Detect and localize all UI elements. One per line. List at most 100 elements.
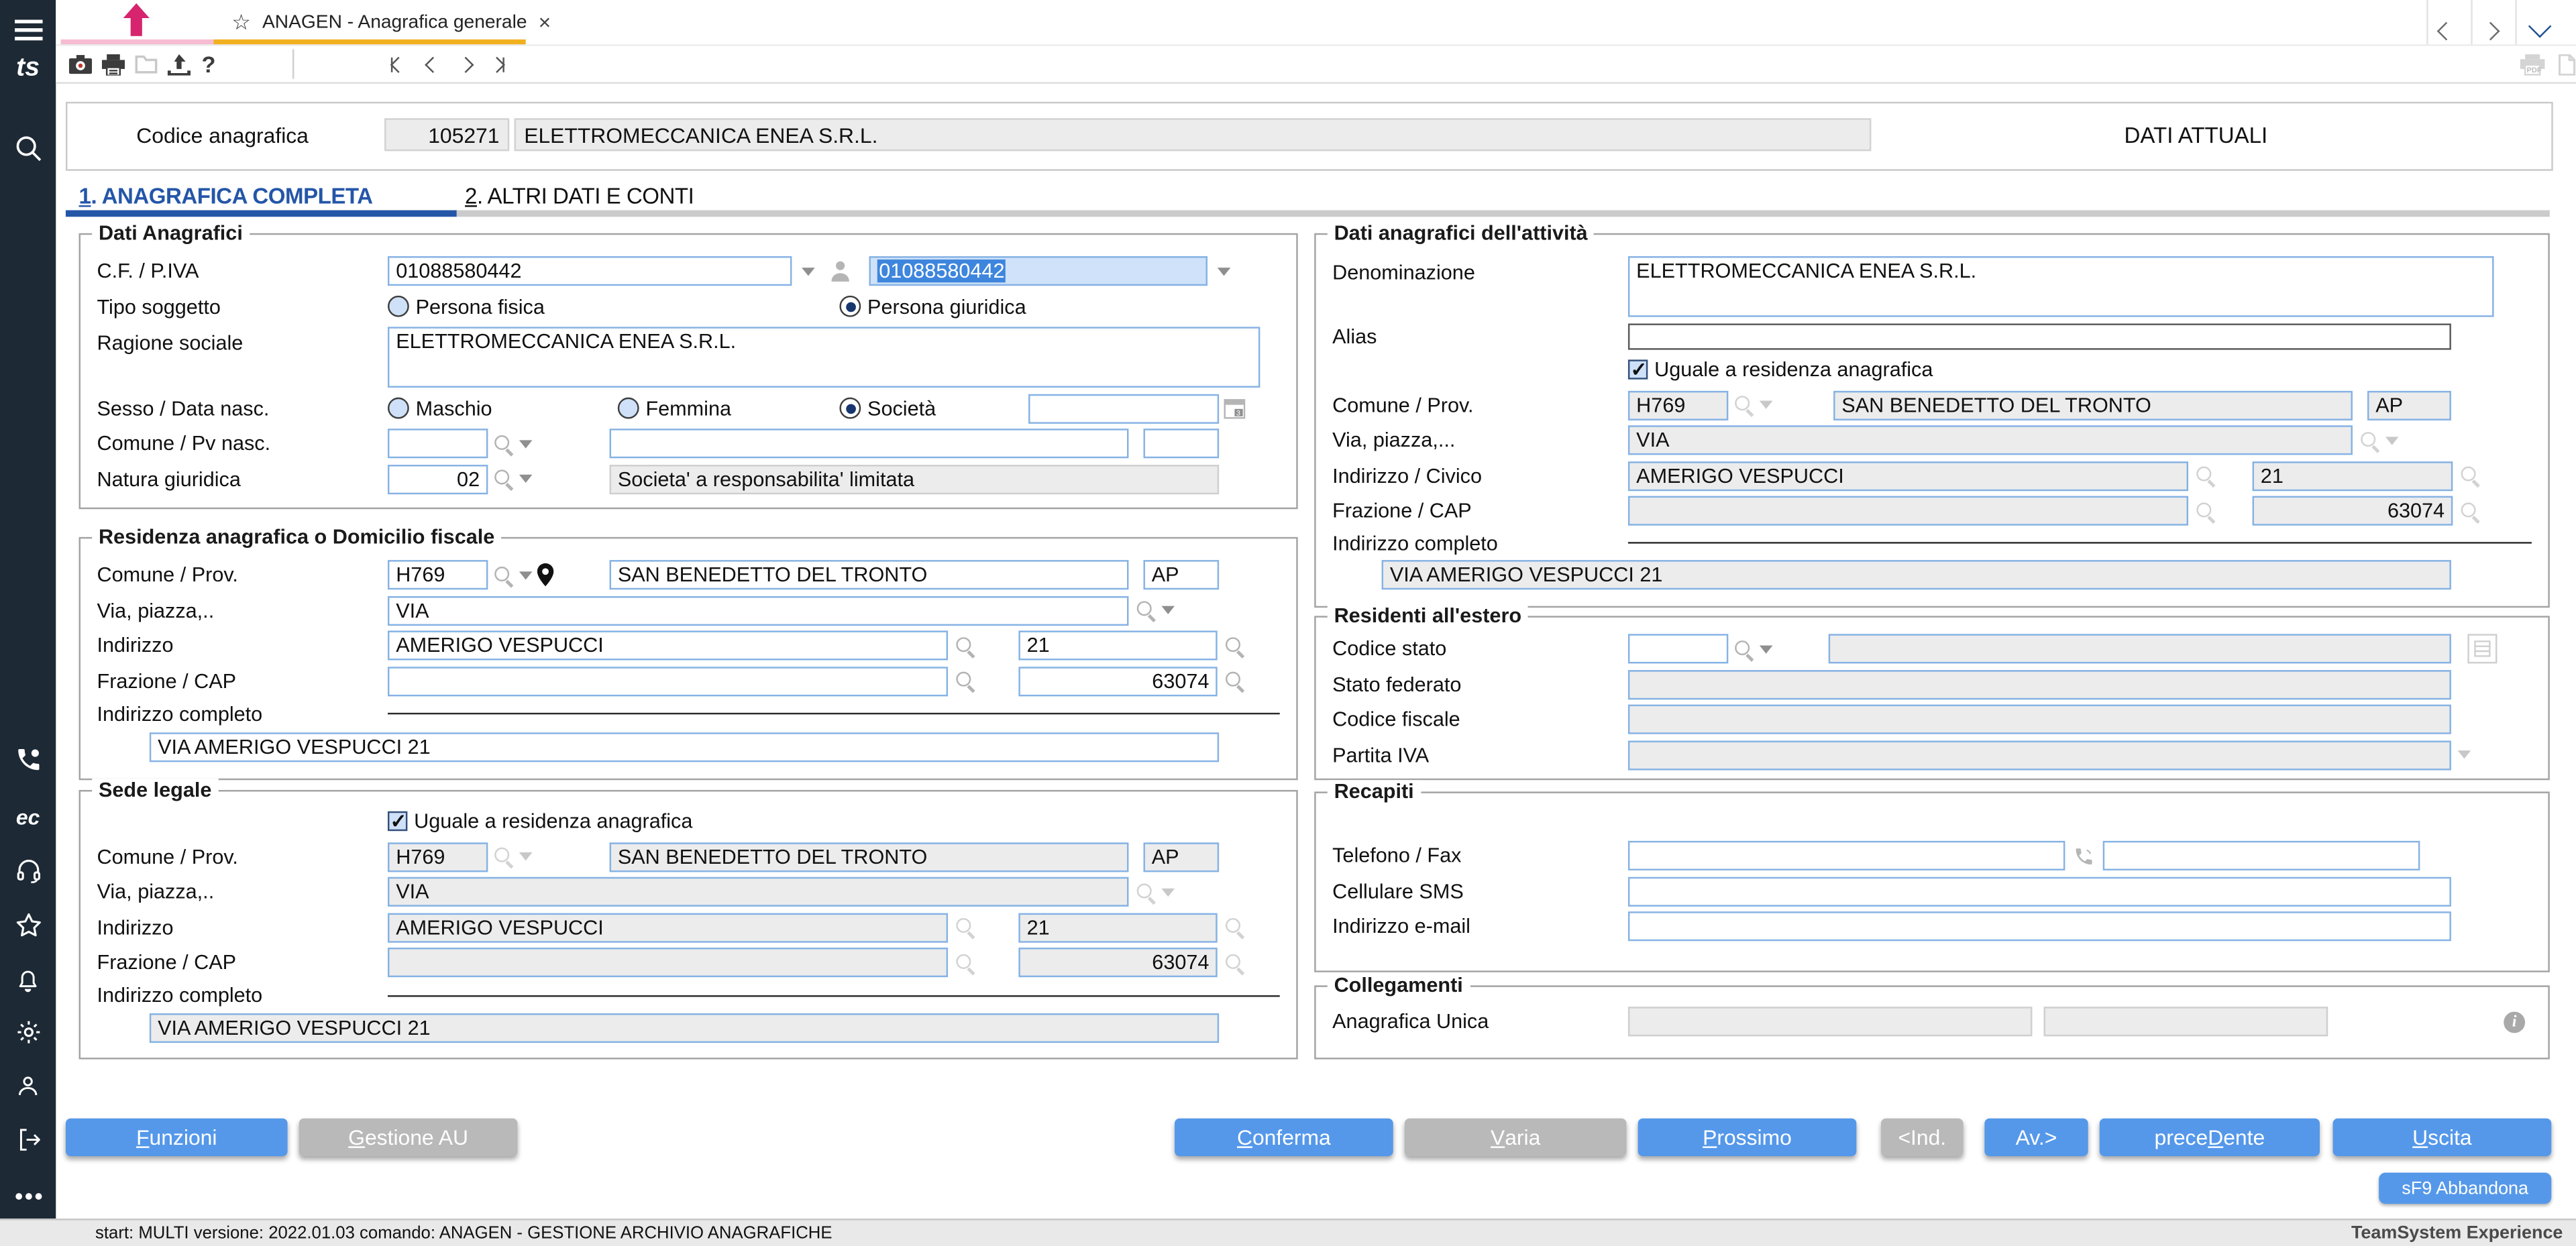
info-icon[interactable]: i <box>2504 1011 2526 1033</box>
cf-dropdown-icon[interactable] <box>802 266 815 276</box>
gestione-au-button[interactable]: Gestione AU <box>299 1118 518 1157</box>
nav-back-icon[interactable] <box>2436 16 2456 46</box>
search-lookup-icon[interactable] <box>955 670 976 691</box>
ragione-sociale-header-value[interactable]: ELETTROMECCANICA ENEA S.R.L. <box>514 118 1872 152</box>
tab-close-icon[interactable]: × <box>539 10 551 35</box>
search-icon[interactable] <box>0 131 56 164</box>
radio-maschio[interactable]: Maschio <box>387 396 618 420</box>
tab-anagrafica-completa[interactable]: 1. ANAGRAFICA COMPLETA <box>79 184 374 209</box>
document-icon[interactable] <box>2553 46 2576 82</box>
indirizzo-input[interactable]: AMERIGO VESPUCCI <box>387 630 949 661</box>
prossimo-button[interactable]: Prossimo <box>1638 1118 1857 1157</box>
search-lookup-icon[interactable] <box>1224 670 1245 691</box>
email-input[interactable] <box>1627 911 2451 942</box>
provincia-nascita-input[interactable] <box>1143 429 1220 459</box>
indietro-button[interactable]: <Ind. <box>1881 1118 1964 1157</box>
separator <box>2426 0 2428 45</box>
map-pin-icon[interactable] <box>537 563 554 587</box>
user-profile-icon[interactable] <box>0 1069 56 1102</box>
radio-femmina[interactable]: Femmina <box>617 396 840 420</box>
codice-anagrafica-value[interactable]: 105271 <box>384 118 510 152</box>
list-table-icon[interactable] <box>2467 634 2498 664</box>
cf-piva-input[interactable]: 01088580442 <box>387 256 792 286</box>
favorite-star-icon[interactable]: ☆ <box>231 9 251 35</box>
ragione-sociale-input[interactable]: ELETTROMECCANICA ENEA S.R.L. <box>387 327 1260 388</box>
comune-input[interactable]: SAN BENEDETTO DEL TRONTO <box>609 560 1129 590</box>
nav-previous-icon[interactable] <box>421 46 443 82</box>
upload-icon[interactable] <box>164 46 194 82</box>
logout-icon[interactable] <box>0 1123 56 1156</box>
search-lookup-icon[interactable] <box>1135 600 1157 621</box>
more-options-icon[interactable] <box>0 1179 56 1212</box>
radio-persona-fisica[interactable]: Persona fisica <box>387 295 839 318</box>
cap-input[interactable]: 63074 <box>1018 666 1218 696</box>
natura-giuridica-code-input[interactable]: 02 <box>387 463 488 494</box>
collapse-chevron-icon[interactable] <box>2528 13 2552 43</box>
separator <box>2515 0 2517 45</box>
nav-next-icon[interactable] <box>453 46 476 82</box>
radio-societa[interactable]: Società <box>839 396 1028 420</box>
search-lookup-icon[interactable] <box>493 433 515 454</box>
telefono-input[interactable] <box>1627 840 2065 870</box>
ec-logo[interactable]: ec <box>0 800 56 833</box>
home-icon[interactable] <box>118 3 154 44</box>
civico-input[interactable]: 21 <box>1018 630 1218 661</box>
nav-forward-icon[interactable] <box>2481 16 2500 46</box>
help-icon[interactable]: ? <box>197 46 220 82</box>
dropdown-icon[interactable] <box>1759 644 1773 653</box>
star-icon[interactable] <box>0 908 56 941</box>
search-lookup-icon[interactable] <box>493 468 515 490</box>
frazione-input[interactable] <box>387 666 949 696</box>
alias-input[interactable] <box>1627 323 2451 349</box>
dropdown-icon[interactable] <box>519 439 533 448</box>
tab-altri-dati-e-conti[interactable]: 2. ALTRI DATI E CONTI <box>465 184 694 209</box>
tab-anagen[interactable]: ☆ ANAGEN - Anagrafica generale × <box>215 0 568 44</box>
phone-call-icon[interactable] <box>0 742 56 775</box>
search-lookup-icon[interactable] <box>1224 635 1245 657</box>
via-input[interactable]: VIA <box>387 595 1129 625</box>
uscita-button[interactable]: Uscita <box>2332 1118 2552 1157</box>
search-lookup-icon[interactable] <box>1733 638 1755 659</box>
abbandona-button[interactable]: sF9 Abbandona <box>2379 1172 2552 1204</box>
indirizzo-input: AMERIGO VESPUCCI <box>387 912 949 942</box>
data-nascita-input[interactable] <box>1028 393 1220 423</box>
indirizzo-completo-input[interactable]: VIA AMERIGO VESPUCCI 21 <box>149 732 1220 762</box>
hamburger-menu-icon[interactable] <box>0 13 56 46</box>
search-lookup-icon[interactable] <box>493 564 515 585</box>
settings-gear-icon[interactable] <box>0 1015 56 1047</box>
provincia-input[interactable]: AP <box>1143 560 1220 590</box>
calendar-icon[interactable]: 3 <box>1224 398 1246 419</box>
varia-button[interactable]: Varia <box>1404 1118 1627 1157</box>
dropdown-icon[interactable] <box>519 474 533 484</box>
checkbox-uguale-residenza[interactable]: Uguale a residenza anagrafica <box>387 809 692 833</box>
cellulare-input[interactable] <box>1627 876 2451 906</box>
radio-persona-giuridica[interactable]: Persona giuridica <box>839 295 1026 318</box>
person-lookup-icon[interactable] <box>830 260 851 282</box>
precedente-button[interactable]: prece Dente <box>2099 1118 2320 1157</box>
fax-input[interactable] <box>2102 840 2420 870</box>
comune-nascita-code-input[interactable] <box>387 429 488 459</box>
headset-icon[interactable] <box>0 854 56 887</box>
denominazione-input[interactable]: ELETTROMECCANICA ENEA S.R.L. <box>1627 256 2494 317</box>
funzioni-button[interactable]: Funzioni <box>65 1118 288 1157</box>
dropdown-icon[interactable] <box>519 571 533 579</box>
print-pdf-icon[interactable]: PDF <box>2517 46 2546 82</box>
avanti-button[interactable]: Av.> <box>1984 1118 2088 1157</box>
nav-last-icon[interactable] <box>484 46 511 82</box>
bell-icon[interactable] <box>0 962 56 995</box>
codice-stato-input[interactable] <box>1627 634 1729 664</box>
camera-icon[interactable] <box>66 46 95 82</box>
piva-dropdown-icon[interactable] <box>1217 266 1231 276</box>
nav-first-icon[interactable] <box>384 46 411 82</box>
folder-icon[interactable] <box>131 46 161 82</box>
phone-icon[interactable] <box>2074 845 2095 866</box>
comune-nascita-input[interactable] <box>609 429 1129 459</box>
piva-attivita-input[interactable]: 01088580442 <box>869 256 1208 286</box>
checkbox-uguale-residenza[interactable]: Uguale a residenza anagrafica <box>1627 357 1933 381</box>
indirizzo-civico-label: Indirizzo / Civico <box>1332 463 1482 488</box>
dropdown-icon[interactable] <box>1161 606 1175 614</box>
conferma-button[interactable]: Conferma <box>1175 1118 1393 1157</box>
search-lookup-icon[interactable] <box>955 635 976 657</box>
comune-code-input[interactable]: H769 <box>387 560 488 590</box>
print-icon[interactable] <box>99 46 128 82</box>
